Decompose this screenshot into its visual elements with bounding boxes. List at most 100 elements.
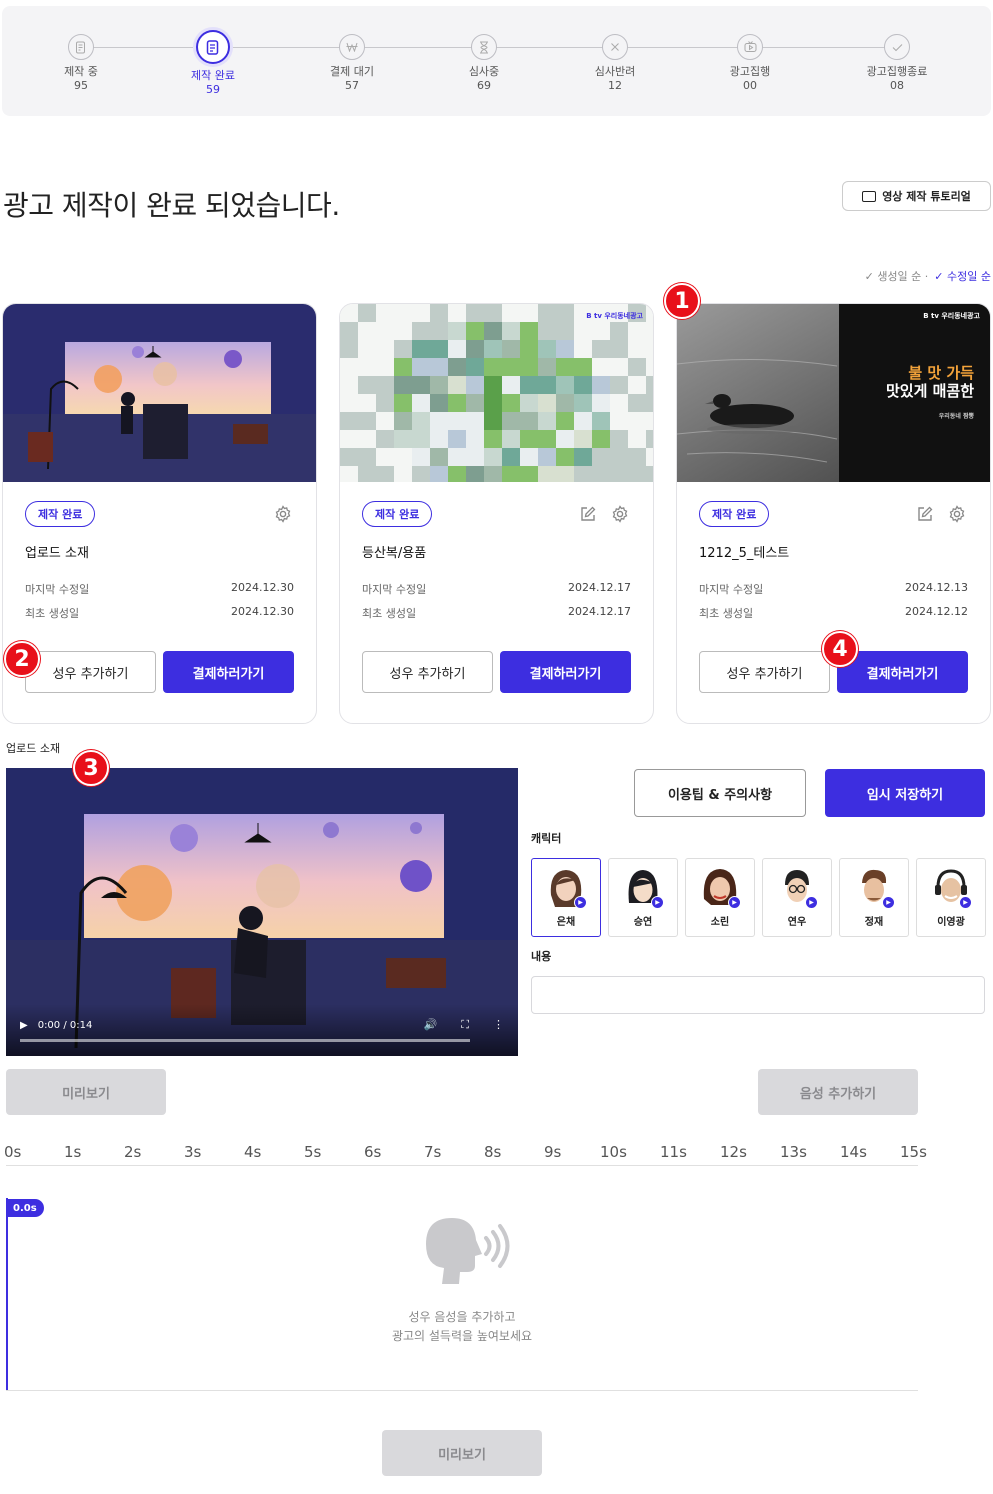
edit-pencil-icon[interactable] — [914, 503, 936, 525]
go-to-payment-button[interactable]: 결제하러가기 — [163, 651, 294, 693]
sort-by-created[interactable]: ✓ 생성일 순 · — [865, 268, 929, 284]
step-count: 08 — [890, 79, 904, 92]
step-review-rejected[interactable]: 심사반려 12 — [565, 32, 665, 92]
annotation-marker: 3 — [73, 750, 109, 786]
card-modified-row: 마지막 수정일 2024.12.13 — [699, 581, 968, 597]
card-actions — [914, 503, 968, 525]
character-option[interactable]: ▶ 정재 — [839, 858, 909, 937]
step-label: 심사중 — [468, 65, 500, 78]
tick-label: 0s — [4, 1143, 22, 1161]
status-badge: 제작 완료 — [25, 501, 96, 527]
play-icon[interactable]: ▶ — [20, 1020, 28, 1031]
play-sample-icon[interactable]: ▶ — [574, 896, 587, 909]
video-controls: ▶ 0:00 / 0:14 🔊 ⛶ ⋮ — [6, 1004, 518, 1056]
step-count: 95 — [74, 79, 88, 92]
character-name: 승연 — [633, 917, 653, 928]
settings-gear-icon[interactable] — [609, 503, 631, 525]
timeline-empty-state: 성우 음성을 추가하고 광고의 설득력을 높여보세요 — [362, 1210, 562, 1346]
play-sample-icon[interactable]: ▶ — [651, 896, 664, 909]
video-progress-bar[interactable] — [20, 1039, 470, 1042]
sort-modified-label: 수정일 순 — [947, 270, 991, 283]
speaking-person-icon — [426, 1218, 510, 1284]
step-label: 광고집행종료 — [866, 65, 928, 78]
card-created-row: 최초 생성일 2024.12.30 — [25, 605, 294, 621]
preview-button[interactable]: 미리보기 — [6, 1069, 166, 1115]
step-count: 57 — [345, 79, 359, 92]
ad-card[interactable]: B tv 우리동네광고 제작 완료 등산복/용품 마지막 수정일 2024.12… — [339, 303, 654, 724]
character-option[interactable]: ▶ 이영광 — [916, 858, 986, 937]
avatar: ▶ — [699, 865, 741, 909]
draft-document-icon — [68, 34, 94, 60]
go-to-payment-button[interactable]: 결제하러가기 — [837, 651, 968, 693]
tick-label: 4s — [244, 1143, 262, 1161]
avatar: ▶ — [930, 865, 972, 909]
step-ad-ended[interactable]: 광고집행종료 08 — [847, 32, 947, 92]
created-label: 최초 생성일 — [25, 607, 80, 620]
status-badge: 제작 완료 — [699, 501, 770, 527]
brand-tag: B tv 우리동네광고 — [586, 312, 643, 320]
status-badge: 제작 완료 — [362, 501, 433, 527]
go-to-payment-button[interactable]: 결제하러가기 — [500, 651, 631, 693]
add-voice-actor-button[interactable]: 성우 추가하기 — [362, 651, 493, 693]
video-player[interactable]: ▶ 0:00 / 0:14 🔊 ⛶ ⋮ — [6, 768, 518, 1056]
overlay-line-2: 맛있게 매콤한 — [885, 382, 974, 400]
edit-pencil-icon[interactable] — [577, 503, 599, 525]
card-modified-row: 마지막 수정일 2024.12.30 — [25, 581, 294, 597]
character-name: 이영광 — [937, 917, 965, 928]
ad-card[interactable]: 제작 완료 업로드 소재 마지막 수정일 2024.12.30 최초 생성일 2… — [2, 303, 317, 724]
character-option[interactable]: ▶ 은채 — [531, 858, 601, 937]
created-date: 2024.12.12 — [905, 605, 968, 618]
step-payment-pending[interactable]: 결제 대기 57 — [302, 32, 402, 92]
play-sample-icon[interactable]: ▶ — [959, 896, 972, 909]
modified-date: 2024.12.13 — [905, 581, 968, 594]
tick-label: 1s — [64, 1143, 82, 1161]
usage-tips-button[interactable]: 이용팁 & 주의사항 — [634, 769, 806, 817]
fullscreen-icon[interactable]: ⛶ — [461, 1018, 469, 1032]
play-sample-icon[interactable]: ▶ — [805, 896, 818, 909]
character-name: 은채 — [556, 917, 576, 928]
progress-steps: 제작 중 95 제작 완료 59 결제 대기 57 심사중 69 심사반려 12 — [2, 6, 991, 116]
character-option[interactable]: ▶ 연우 — [762, 858, 832, 937]
step-label: 제작 중 — [64, 65, 98, 78]
card-actions — [577, 503, 631, 525]
volume-icon[interactable]: 🔊 — [424, 1018, 438, 1032]
empty-message-line-2: 광고의 설득력을 높여보세요 — [391, 1329, 533, 1343]
tick-label: 13s — [780, 1143, 807, 1161]
tv-icon — [862, 190, 877, 202]
tick-label: 5s — [304, 1143, 322, 1161]
step-count: 59 — [206, 83, 220, 96]
character-name: 소린 — [710, 917, 730, 928]
temp-save-button[interactable]: 임시 저장하기 — [825, 769, 985, 817]
card-title: 업로드 소재 — [25, 546, 89, 561]
step-ad-running[interactable]: 광고집행 00 — [700, 32, 800, 92]
card-thumbnail — [3, 304, 316, 482]
character-option[interactable]: ▶ 소린 — [685, 858, 755, 937]
sort-by-modified[interactable]: ✓ 수정일 순 — [934, 268, 991, 284]
settings-gear-icon[interactable] — [272, 503, 294, 525]
bottom-preview-button[interactable]: 미리보기 — [382, 1430, 542, 1476]
video-tutorial-button[interactable]: 영상 제작 튜토리얼 — [842, 181, 991, 211]
empty-message-line-1: 성우 음성을 추가하고 — [408, 1310, 516, 1324]
settings-gear-icon[interactable] — [946, 503, 968, 525]
add-voice-actor-button[interactable]: 성우 추가하기 — [699, 651, 830, 693]
more-options-icon[interactable]: ⋮ — [493, 1018, 504, 1032]
hourglass-icon — [471, 34, 497, 60]
step-label: 광고집행 — [729, 65, 771, 78]
card-thumbnail: B tv 우리동네광고 불 맛 가득 맛있게 매콤한 우리동네 짬뽕 — [677, 304, 990, 482]
step-in-production[interactable]: 제작 중 95 — [31, 32, 131, 92]
add-voice-button[interactable]: 음성 추가하기 — [758, 1069, 918, 1115]
empty-state-message: 성우 음성을 추가하고 광고의 설득력을 높여보세요 — [362, 1308, 562, 1346]
content-input[interactable] — [531, 976, 985, 1014]
card-created-row: 최초 생성일 2024.12.12 — [699, 605, 968, 621]
character-option[interactable]: ▶ 승연 — [608, 858, 678, 937]
play-sample-icon[interactable]: ▶ — [728, 896, 741, 909]
tick-label: 12s — [720, 1143, 747, 1161]
step-under-review[interactable]: 심사중 69 — [434, 32, 534, 92]
timeline-playhead[interactable] — [6, 1198, 8, 1390]
tutorial-button-label: 영상 제작 튜토리얼 — [882, 190, 971, 203]
add-voice-actor-button[interactable]: 성우 추가하기 — [25, 651, 156, 693]
tv-play-icon — [737, 34, 763, 60]
step-production-complete[interactable]: 제작 완료 59 — [163, 30, 263, 96]
play-sample-icon[interactable]: ▶ — [882, 896, 895, 909]
won-currency-icon — [339, 34, 365, 60]
